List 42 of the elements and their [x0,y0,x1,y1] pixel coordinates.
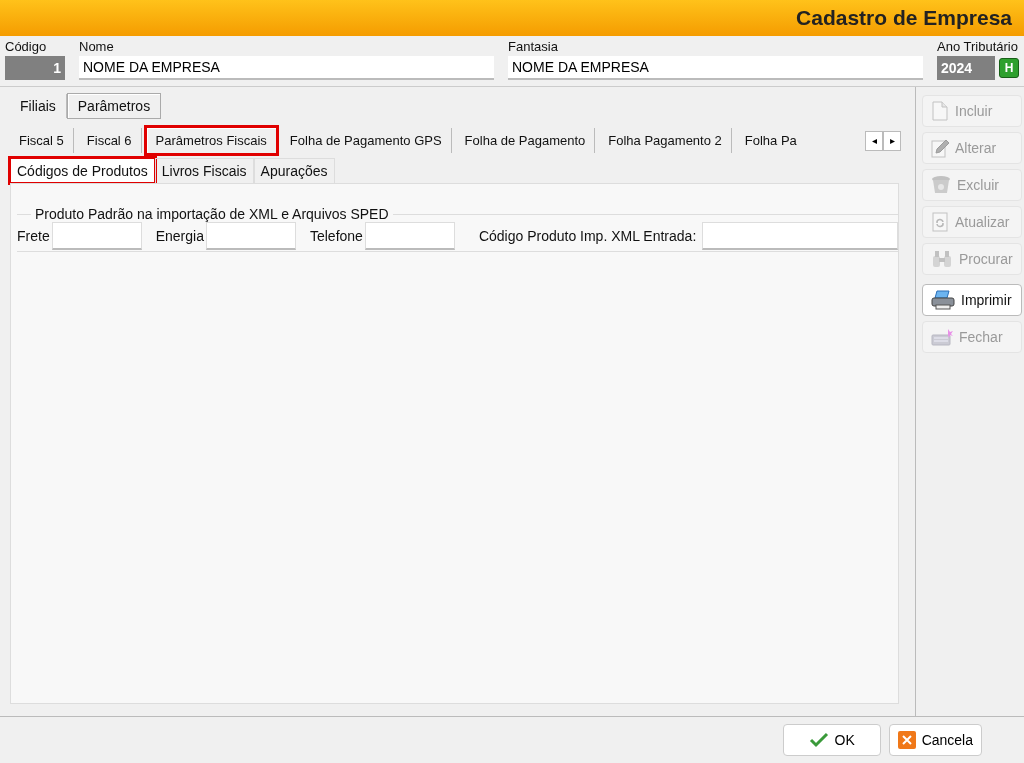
text-field[interactable]: NOME DA EMPRESA [508,56,923,80]
refresh-document-icon [931,212,949,232]
tab[interactable]: Fiscal 6 [77,128,142,153]
window-title: Cadastro de Empresa [796,6,1012,30]
tab[interactable]: Parâmetros Fiscais [145,127,277,154]
code-field[interactable]: 1 [5,56,65,80]
field-label: Código Produto Imp. XML Entrada: [478,228,697,244]
toolbar-button[interactable]: Imprimir [922,284,1022,316]
field-label: Fantasia [508,39,559,54]
field-label: Telefone [309,228,363,244]
group-title: Produto Padrão na importação de XML e Arquivos SPED [34,206,390,222]
tab[interactable]: Folha de Pagamento [455,128,596,153]
field-label: Código [5,39,48,54]
cancel-button[interactable]: Cancela [888,724,982,756]
pencil-icon [931,138,949,158]
cancel-icon [897,731,916,749]
scroll-right-button[interactable]: ▸ [883,130,901,151]
binoculars-icon [931,250,953,268]
tab[interactable]: Parâmetros [66,93,162,119]
ok-button[interactable]: OK [782,724,881,756]
year-field[interactable]: 2024 [937,56,995,80]
tab[interactable]: Folha de Pagamento GPS [280,128,452,153]
scroll-left-button[interactable]: ◂ [865,130,883,151]
bin-icon [931,175,951,195]
checkmark-icon [808,732,829,748]
field-label: Energia [155,228,204,244]
field-label: Nome [79,39,115,54]
tab[interactable]: Fiscal 5 [10,128,74,153]
keyboard-icon [931,328,953,346]
input-field[interactable] [702,222,898,250]
tab[interactable]: Folha Pa [735,128,806,153]
input-field[interactable] [51,222,142,250]
document-icon [931,101,949,121]
input-field[interactable] [205,222,296,250]
field-label: Frete [17,228,50,244]
field-label: Ano Tributário [937,39,1019,54]
text-field[interactable]: NOME DA EMPRESA [79,56,494,80]
tab[interactable]: Códigos de Produtos [10,158,155,183]
tab[interactable]: Folha Pagamento 2 [599,128,732,153]
tab[interactable]: Filiais [10,94,67,118]
input-field[interactable] [364,222,455,250]
printer-icon [931,290,955,310]
